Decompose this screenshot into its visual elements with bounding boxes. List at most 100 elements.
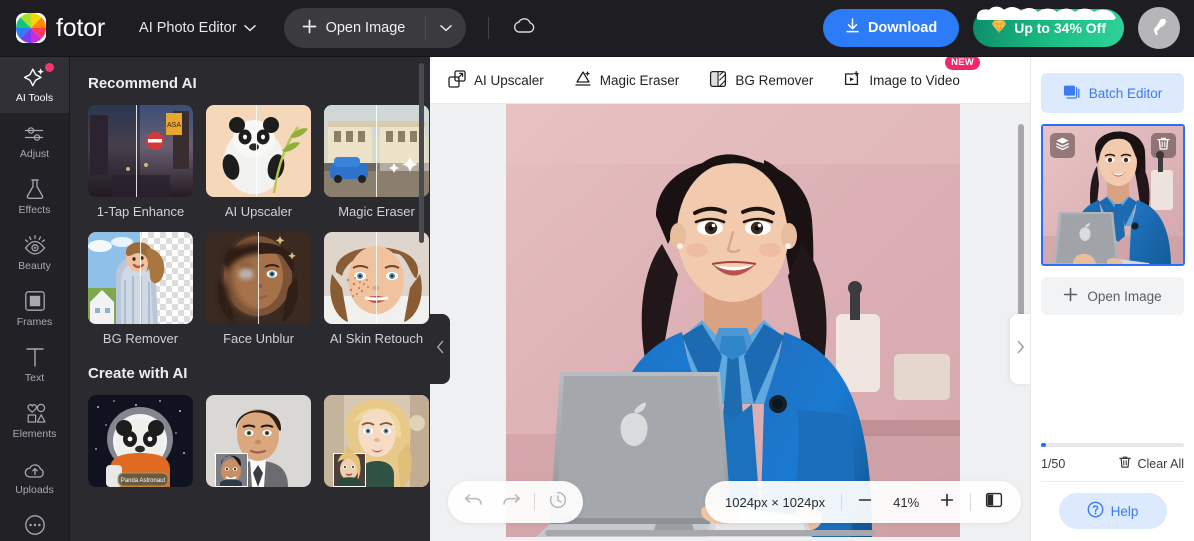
redo-button[interactable] [492,483,530,521]
tool-thumbnail [206,232,311,324]
sidebar-item-more[interactable]: More [0,505,69,541]
redo-arrow-icon [502,491,521,513]
tool-card-1-tap-enhance[interactable]: ASA 1-Tap Enhance [88,105,193,220]
undo-button[interactable] [454,483,492,521]
sidebar-item-label: Effects [18,204,51,216]
sidebar-item-label: Beauty [18,260,51,272]
canvas-area: AI Upscaler Magic Eraser BG Remover Imag… [430,57,1030,541]
sidebar-item-label: Uploads [15,484,54,496]
open-image-label: Open Image [325,20,406,36]
image-thumbnail-card[interactable] [1041,124,1185,266]
zoom-in-button[interactable] [928,483,966,521]
sidebar-item-label: Frames [16,316,53,328]
open-image-button-group: Open Image [283,8,467,48]
image-dimensions: 1024px × 1024px [725,494,826,510]
ellipsis-circle-icon [24,514,46,536]
canvas-tool-ai-upscaler[interactable]: AI Upscaler [448,69,544,91]
divider [841,493,843,511]
tool-card-panda-astronaut[interactable]: Panda Astronaut [88,395,193,494]
sidebar-item-frames[interactable]: Frames [0,281,69,337]
promo-button-wrapper: Up to 34% Off [973,6,1124,47]
minus-icon [857,492,873,513]
canvas-tool-label: BG Remover [735,72,814,88]
app-header: fotor AI Photo Editor Open Image Downloa… [0,0,1194,57]
history-button[interactable] [539,483,577,521]
panel-scrollbar[interactable] [419,63,424,243]
chevron-right-icon [1016,340,1025,359]
collapse-left-panel-button[interactable] [430,314,450,384]
canvas-tool-bg-remover[interactable]: BG Remover [709,70,813,91]
tool-thumbnail [324,105,429,197]
cloud-save-button[interactable] [511,16,537,40]
help-label: Help [1110,503,1139,519]
avatar[interactable] [1138,7,1180,49]
diamond-gem-icon [991,19,1007,37]
canvas-tool-label: Magic Eraser [599,72,680,88]
tool-card-face-unblur[interactable]: Face Unblur [206,232,311,347]
promo-discount-button[interactable]: Up to 34% Off [973,9,1124,47]
sidebar-item-ai-tools[interactable]: AI Tools [0,57,69,113]
help-button[interactable]: Help [1058,493,1167,529]
canvas-horizontal-scrollbar[interactable] [545,530,875,536]
batch-editor-button[interactable]: Batch Editor [1041,73,1184,113]
download-arrow-icon [845,18,860,38]
trash-icon [1156,136,1171,156]
open-image-button[interactable]: Open Image [284,8,426,48]
sliders-icon [23,122,47,144]
recommend-ai-grid: ASA 1-Tap Enhance AI Upscaler Magic Eras… [88,105,429,347]
eraser-icon [574,70,592,91]
tool-label: AI Skin Retouch [329,331,424,346]
eye-icon [23,234,47,256]
mode-selector[interactable]: AI Photo Editor [139,20,256,36]
right-panel-spacer [1041,315,1184,443]
sidebar-item-text[interactable]: Text [0,337,69,393]
open-image-dropdown-button[interactable] [426,8,466,48]
canvas-image[interactable] [506,104,960,537]
brand-logo[interactable]: fotor [16,13,105,43]
thumbnail-layers-button[interactable] [1050,133,1075,158]
download-button[interactable]: Download [822,9,960,47]
clear-all-button[interactable]: Clear All [1118,455,1184,472]
sidebar-item-effects[interactable]: Effects [0,169,69,225]
tool-card-ai-portrait[interactable] [324,395,429,494]
frame-square-icon [24,290,46,312]
compare-button[interactable] [975,483,1013,521]
open-image-button-right-panel[interactable]: Open Image [1041,277,1184,315]
tool-card-face-swap[interactable] [206,395,311,494]
canvas-stage[interactable]: 1024px × 1024px 41% [430,104,1030,541]
tool-card-magic-eraser[interactable]: Magic Eraser [324,105,429,220]
cloud-upload-icon [23,458,47,480]
tool-thumbnail [206,105,311,197]
zoom-out-button[interactable] [846,483,884,521]
sidebar-item-elements[interactable]: Elements [0,393,69,449]
bg-remover-icon [709,70,727,91]
canvas-tool-magic-eraser[interactable]: Magic Eraser [574,70,680,91]
compare-split-icon [985,491,1003,514]
tool-card-ai-upscaler[interactable]: AI Upscaler [206,105,311,220]
tool-thumbnail [206,395,311,487]
sidebar-item-adjust[interactable]: Adjust [0,113,69,169]
tool-card-bg-remover[interactable]: BG Remover [88,232,193,347]
thumbnail-delete-button[interactable] [1151,133,1176,158]
tool-label: AI Upscaler [224,204,293,219]
sidebar-item-label: AI Tools [15,92,54,104]
sidebar-item-beauty[interactable]: Beauty [0,225,69,281]
trash-icon [1118,455,1132,472]
collapse-right-panel-button[interactable] [1010,314,1030,384]
sparkles-icon [23,66,47,88]
tool-thumbnail [324,395,429,487]
text-t-icon [24,346,46,368]
history-clock-icon [549,491,567,514]
canvas-vertical-scrollbar[interactable] [1018,124,1024,339]
sidebar-item-label: Adjust [19,148,50,160]
create-with-ai-grid: Panda Astronaut [88,395,429,494]
tool-card-ai-skin-retouch[interactable]: AI Skin Retouch [324,232,429,347]
sidebar-item-uploads[interactable]: Uploads [0,449,69,505]
zoom-level[interactable]: 41% [884,495,928,510]
tool-thumbnail [88,232,193,324]
image-to-video-icon [843,70,861,91]
canvas-tool-image-to-video[interactable]: Image to Video NEW [843,57,980,91]
divider [534,493,535,511]
image-list-scrollbar[interactable] [1041,443,1184,447]
create-with-ai-heading: Create with AI [88,365,188,382]
